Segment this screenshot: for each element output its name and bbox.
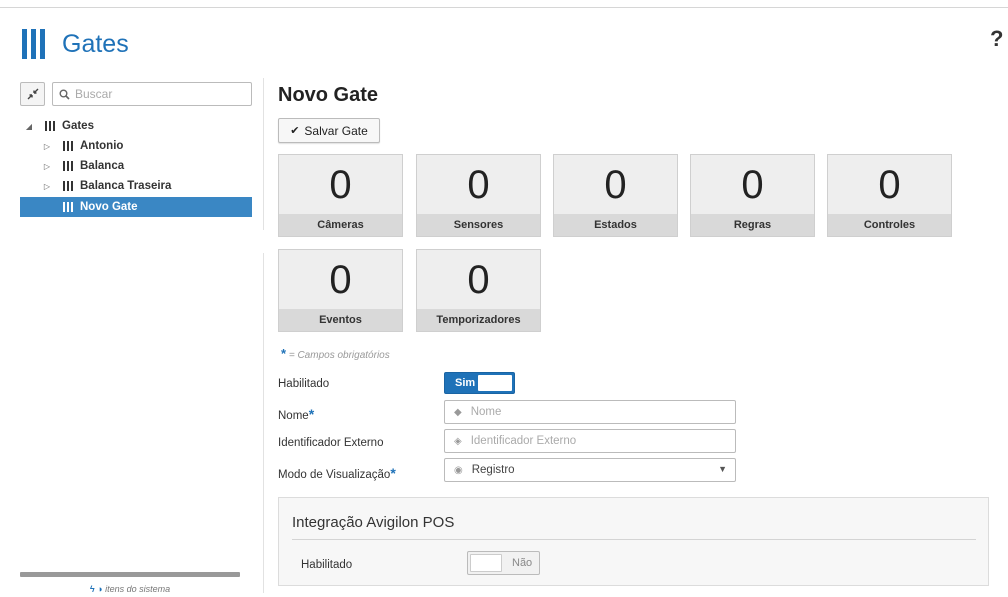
gate-icon	[63, 181, 73, 191]
name-field[interactable]: ◆	[444, 400, 736, 424]
tree-item-balanca-traseira[interactable]: ▷ Balanca Traseira	[20, 176, 252, 196]
app-title: Gates	[62, 29, 129, 58]
external-id-field[interactable]: ◈	[444, 429, 736, 453]
caret-right-icon[interactable]: ▷	[42, 162, 52, 171]
tree-item-gates[interactable]: ◢ Gates	[20, 116, 252, 136]
search-box[interactable]	[52, 82, 252, 106]
integration-enabled-toggle[interactable]: Não	[467, 551, 540, 575]
search-input[interactable]	[75, 87, 245, 101]
external-id-label: Identificador Externo	[278, 437, 384, 449]
integration-enabled-label: Habilitado	[301, 559, 353, 571]
app-header: Gates	[22, 24, 129, 64]
tile-label: Temporizadores	[417, 309, 540, 331]
tag-icon: ◆	[454, 406, 462, 418]
view-mode-label: Modo de Visualização*	[278, 465, 396, 481]
panel-divider	[263, 253, 264, 593]
integration-title: Integração Avigilon POS	[292, 514, 455, 531]
tree-item-label: Gates	[62, 120, 94, 132]
panel-divider	[263, 78, 264, 230]
view-mode-value: Registro	[471, 464, 515, 476]
tile-events[interactable]: 0 Eventos	[278, 249, 403, 332]
eye-icon: ◉	[454, 464, 463, 476]
gate-icon	[63, 202, 73, 212]
page-title: Novo Gate	[278, 84, 379, 106]
tile-states[interactable]: 0 Estados	[553, 154, 678, 237]
tile-timers[interactable]: 0 Temporizadores	[416, 249, 541, 332]
tile-count: 0	[741, 163, 764, 207]
tile-label: Controles	[828, 214, 951, 236]
tree-item-label: Balanca Traseira	[80, 180, 172, 192]
gates-logo-icon	[22, 29, 45, 59]
caret-down-icon[interactable]: ◢	[24, 122, 34, 131]
tree-item-label: Antonio	[80, 140, 124, 152]
check-icon: ✔	[290, 125, 300, 137]
external-id-input[interactable]	[470, 435, 721, 447]
caret-right-icon[interactable]: ▷	[42, 142, 52, 151]
sidebar-footer: ϟ ◑ itens do sistema	[20, 584, 240, 594]
name-input[interactable]	[470, 406, 721, 418]
tile-controls[interactable]: 0 Controles	[827, 154, 952, 237]
tile-count: 0	[467, 163, 490, 207]
tile-count: 0	[329, 163, 352, 207]
enabled-label: Habilitado	[278, 378, 330, 390]
tile-label: Sensores	[417, 214, 540, 236]
tile-count: 0	[604, 163, 627, 207]
required-star-icon: *	[281, 346, 287, 361]
toggle-knob	[478, 375, 512, 391]
tile-cameras[interactable]: 0 Câmeras	[278, 154, 403, 237]
required-star-icon: *	[390, 465, 396, 481]
tile-label: Eventos	[279, 309, 402, 331]
gate-icon	[63, 141, 73, 151]
tree-item-novo-gate[interactable]: Novo Gate	[20, 197, 252, 217]
gate-tree: ◢ Gates ▷ Antonio ▷ Balanca ▷ Balanca Tr…	[20, 116, 252, 217]
toggle-knob	[470, 554, 502, 572]
system-items-label: itens do sistema	[105, 584, 171, 594]
half-circle-icon: ◑	[97, 584, 103, 594]
bolt-icon: ϟ	[89, 584, 95, 594]
tile-label: Regras	[691, 214, 814, 236]
tile-label: Câmeras	[279, 214, 402, 236]
required-star-icon: *	[308, 406, 315, 422]
enabled-toggle[interactable]: Sim	[444, 372, 515, 394]
tree-item-balanca[interactable]: ▷ Balanca	[20, 156, 252, 176]
chevron-down-icon: ▼	[718, 464, 727, 474]
sidebar-scrollbar[interactable]	[20, 572, 240, 577]
tile-rules[interactable]: 0 Regras	[690, 154, 815, 237]
tile-count: 0	[878, 163, 901, 207]
help-icon[interactable]: ?	[990, 26, 1003, 52]
tags-icon: ◈	[454, 435, 462, 447]
view-mode-select[interactable]: ◉ Registro ▼	[444, 458, 736, 482]
integration-panel: Integração Avigilon POS Habilitado Não	[278, 497, 989, 586]
tile-count: 0	[329, 258, 352, 302]
name-label: Nome*	[278, 406, 315, 422]
tile-count: 0	[467, 258, 490, 302]
save-gate-button[interactable]: ✔ Salvar Gate	[278, 118, 380, 143]
caret-right-icon[interactable]: ▷	[42, 182, 52, 191]
tree-item-label: Balanca	[80, 160, 125, 172]
required-fields-note: * = Campos obrigatórios	[281, 346, 390, 361]
top-border	[0, 0, 1008, 8]
toggle-state: Sim	[455, 377, 476, 389]
tile-label: Estados	[554, 214, 677, 236]
gates-icon	[45, 121, 55, 131]
collapse-icon	[27, 88, 38, 100]
tree-item-label: Novo Gate	[80, 201, 138, 213]
tile-sensors[interactable]: 0 Sensores	[416, 154, 541, 237]
search-icon	[59, 89, 70, 100]
sidebar: ◢ Gates ▷ Antonio ▷ Balanca ▷ Balanca Tr…	[20, 82, 252, 594]
gate-icon	[63, 161, 73, 171]
collapse-tree-button[interactable]	[20, 82, 45, 106]
tree-item-antonio[interactable]: ▷ Antonio	[20, 136, 252, 156]
integration-divider	[292, 539, 976, 540]
toggle-state: Não	[512, 557, 533, 569]
